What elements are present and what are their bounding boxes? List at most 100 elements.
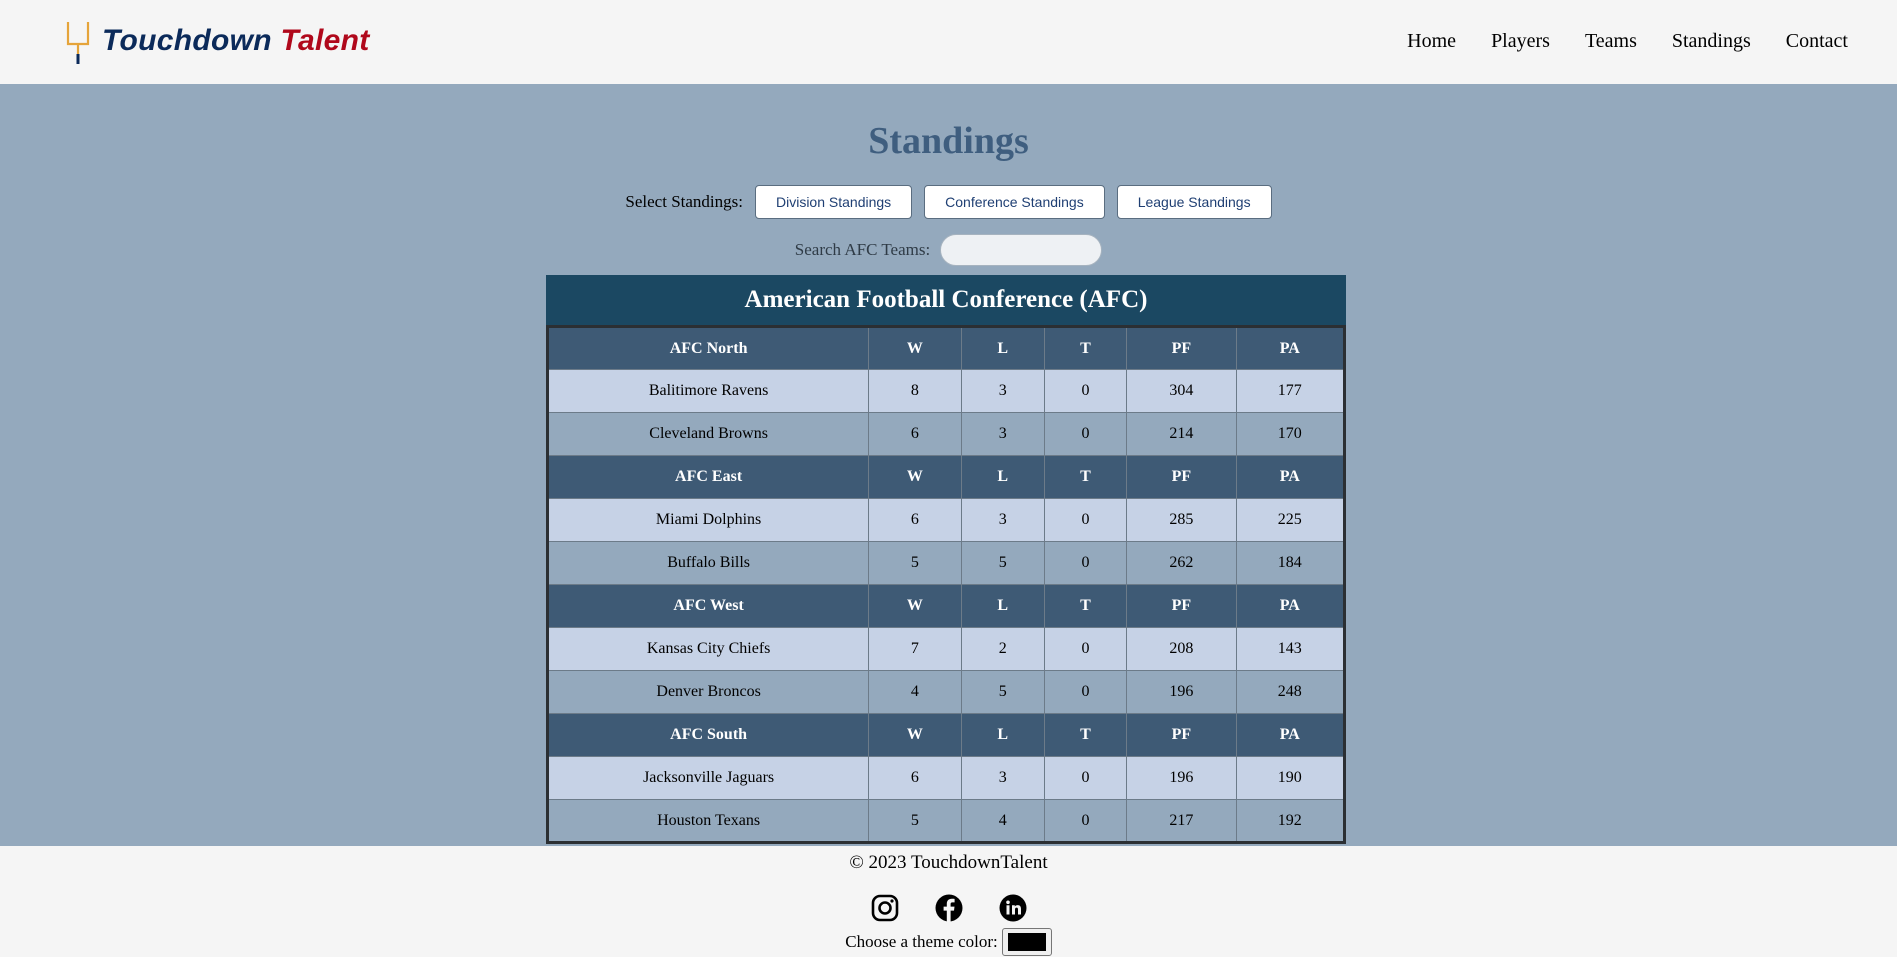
stat-l: 3 [960,412,1045,456]
column-header-pf: PF [1126,713,1237,757]
stat-w: 6 [868,498,962,542]
stat-pf: 208 [1126,627,1237,671]
stat-pf: 304 [1126,369,1237,413]
league-standings-button[interactable]: League Standings [1116,185,1272,219]
division-name: AFC East [546,455,870,499]
copyright-text: © 2023 TouchdownTalent [849,852,1048,873]
site-logo[interactable]: Touchdown Talent [66,20,426,68]
page-title: Standings [868,120,1029,162]
column-header-t: T [1043,455,1128,499]
logo-word-touchdown: Touchdown [102,24,272,57]
select-standings-label: Select Standings: [625,192,743,211]
column-header-pa: PA [1235,584,1346,628]
column-header-pa: PA [1235,713,1346,757]
stat-w: 6 [868,756,962,800]
conference-title: American Football Conference (AFC) [546,275,1346,325]
stat-pf: 214 [1126,412,1237,456]
stat-pf: 262 [1126,541,1237,585]
division-name: AFC North [546,326,870,370]
team-row: Balitimore Ravens 8 3 0 304 177 [546,369,1346,413]
stat-pa: 184 [1235,541,1346,585]
division-standings-button[interactable]: Division Standings [754,185,913,219]
team-row: Kansas City Chiefs 7 2 0 208 143 [546,627,1346,671]
team-name: Kansas City Chiefs [546,627,870,671]
stat-w: 8 [868,369,962,413]
nav-home[interactable]: Home [1407,30,1456,53]
nav-teams[interactable]: Teams [1585,30,1637,53]
goalpost-icon [66,22,90,64]
team-name: Balitimore Ravens [546,369,870,413]
linkedin-icon[interactable] [998,893,1028,923]
stat-pa: 192 [1235,799,1346,843]
stat-w: 4 [868,670,962,714]
column-header-t: T [1043,584,1128,628]
search-label: Search AFC Teams: [794,240,931,259]
stat-pf: 285 [1126,498,1237,542]
stat-pf: 196 [1126,670,1237,714]
theme-color-label: Choose a theme color: [845,932,998,951]
column-header-pf: PF [1126,584,1237,628]
stat-t: 0 [1043,627,1128,671]
conference-standings: American Football Conference (AFC) AFC N… [546,275,1346,844]
column-header-pf: PF [1126,326,1237,370]
column-header-w: W [868,713,962,757]
nav-standings[interactable]: Standings [1672,30,1751,53]
stat-t: 0 [1043,412,1128,456]
stat-pf: 196 [1126,756,1237,800]
main-content: Standings Select Standings: Division Sta… [0,84,1897,846]
stat-t: 0 [1043,369,1128,413]
team-row: Denver Broncos 4 5 0 196 248 [546,670,1346,714]
stat-t: 0 [1043,799,1128,843]
site-header: Touchdown Talent Home Players Teams Stan… [0,0,1897,84]
team-row: Miami Dolphins 6 3 0 285 225 [546,498,1346,542]
column-header-l: L [960,713,1045,757]
stat-t: 0 [1043,670,1128,714]
column-header-t: T [1043,326,1128,370]
stat-w: 6 [868,412,962,456]
team-row: Houston Texans 5 4 0 217 192 [546,799,1346,843]
stat-l: 3 [960,369,1045,413]
site-footer: © 2023 TouchdownTalent Choose a theme co… [0,846,1897,957]
theme-color-input[interactable] [1001,928,1052,956]
division-header-row: AFC East W L T PF PA [546,455,1346,499]
column-header-l: L [960,455,1045,499]
stat-t: 0 [1043,756,1128,800]
stat-l: 3 [960,756,1045,800]
stat-pa: 177 [1235,369,1346,413]
stat-l: 4 [960,799,1045,843]
column-header-l: L [960,326,1045,370]
theme-color-swatch [1007,933,1046,951]
conference-standings-button[interactable]: Conference Standings [924,185,1105,219]
stat-w: 5 [868,799,962,843]
column-header-pa: PA [1235,326,1346,370]
team-name: Buffalo Bills [546,541,870,585]
instagram-icon[interactable] [870,893,900,923]
facebook-icon[interactable] [934,893,964,923]
nav-contact[interactable]: Contact [1786,30,1848,53]
division-header-row: AFC North W L T PF PA [546,326,1346,370]
column-header-w: W [868,584,962,628]
team-row: Cleveland Browns 6 3 0 214 170 [546,412,1346,456]
team-name: Miami Dolphins [546,498,870,542]
standings-selector: Select Standings: Division Standings Con… [0,185,1897,219]
team-row: Buffalo Bills 5 5 0 262 184 [546,541,1346,585]
stat-pa: 190 [1235,756,1346,800]
column-header-w: W [868,455,962,499]
team-row: Jacksonville Jaguars 6 3 0 196 190 [546,756,1346,800]
social-links [0,893,1897,923]
stat-pf: 217 [1126,799,1237,843]
team-name: Houston Texans [546,799,870,843]
stat-l: 5 [960,541,1045,585]
stat-pa: 225 [1235,498,1346,542]
column-header-pf: PF [1126,455,1237,499]
logo-text: Touchdown Talent [102,24,370,58]
stat-w: 7 [868,627,962,671]
column-header-t: T [1043,713,1128,757]
stat-pa: 248 [1235,670,1346,714]
division-name: AFC South [546,713,870,757]
division-name: AFC West [546,584,870,628]
main-nav: Home Players Teams Standings Contact [1407,30,1848,53]
nav-players[interactable]: Players [1491,30,1550,53]
stat-l: 2 [960,627,1045,671]
search-input[interactable] [940,234,1103,266]
